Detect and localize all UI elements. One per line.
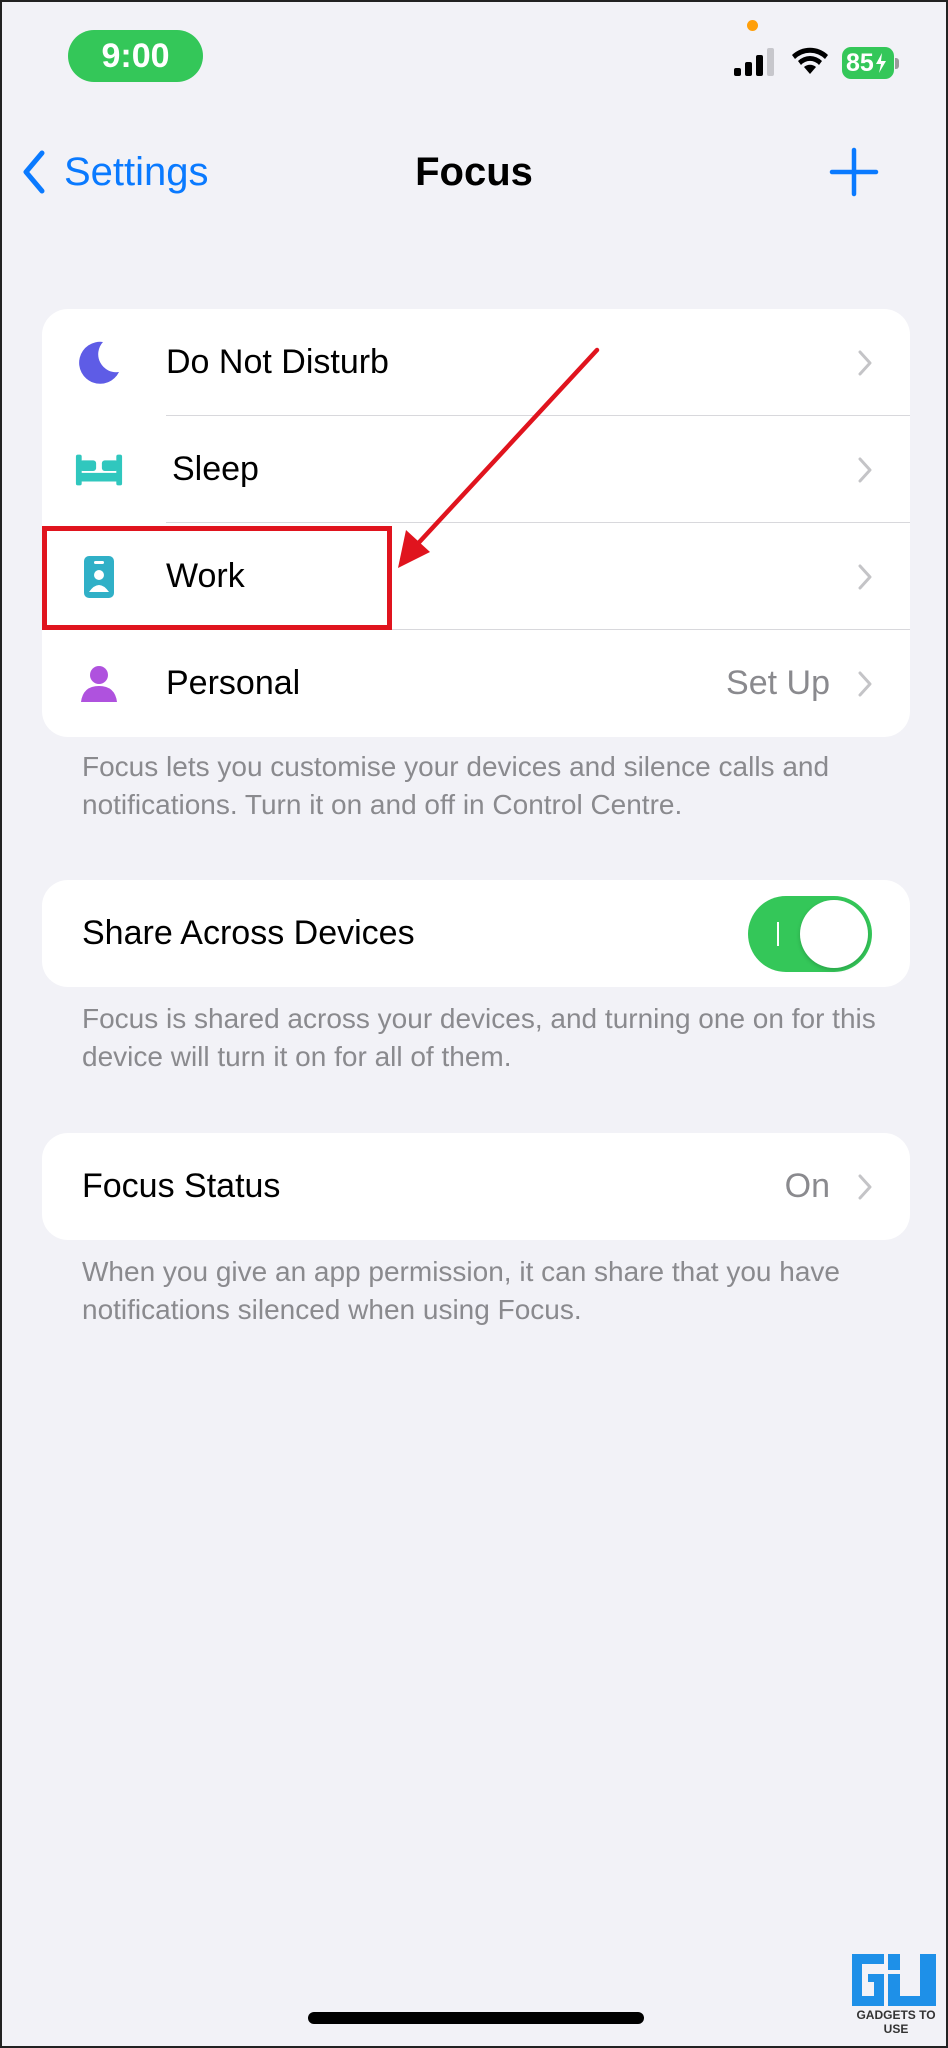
share-across-devices-card: Share Across Devices [42, 880, 910, 987]
plus-icon[interactable] [828, 146, 880, 198]
focus-footer-text: Focus lets you customise your devices an… [82, 751, 830, 820]
focus-status-card: Focus Status On [42, 1133, 910, 1240]
status-footer-text: When you give an app permission, it can … [82, 1256, 840, 1325]
focus-status-row[interactable]: Focus Status On [42, 1133, 910, 1240]
battery-percent: 85 [846, 48, 874, 77]
toggle-knob [800, 899, 868, 968]
cellular-signal-icon [734, 48, 774, 76]
chevron-right-icon [858, 671, 872, 696]
bed-icon [74, 445, 124, 495]
status-bar: 9:00 85 [2, 2, 946, 102]
share-label: Share Across Devices [82, 914, 415, 952]
watermark-text: GADGETS TO USE [856, 2008, 936, 2036]
red-arrow-annotation [398, 347, 600, 568]
share-footer-text: Focus is shared across your devices, and… [82, 1003, 876, 1072]
chevron-right-icon [858, 457, 872, 482]
toggle-on-mark [777, 921, 779, 946]
battery-level: 85 [842, 47, 894, 79]
person-icon [74, 659, 124, 709]
wifi-icon [792, 47, 828, 74]
focus-status-value: On [784, 1167, 830, 1205]
navigation-bar: Focus Settings [2, 122, 946, 222]
chevron-right-icon [858, 1174, 872, 1199]
battery-cap [895, 58, 899, 69]
share-across-devices-row: Share Across Devices [42, 880, 910, 987]
focus-status-label: Focus Status [82, 1167, 281, 1205]
focus-row-label: Personal [166, 664, 301, 702]
chevron-right-icon [858, 350, 872, 375]
share-across-devices-toggle[interactable] [748, 895, 872, 972]
focus-row-label: Do Not Disturb [166, 343, 389, 381]
battery-indicator: 85 [842, 47, 899, 79]
work-highlight-box [42, 526, 392, 630]
chevron-right-icon [858, 564, 872, 589]
status-time: 9:00 [68, 30, 203, 82]
back-button[interactable]: Settings [22, 144, 209, 200]
moon-icon [74, 338, 124, 388]
back-label: Settings [64, 149, 209, 194]
home-indicator[interactable] [308, 2012, 644, 2024]
privacy-indicator-dot [747, 20, 758, 31]
focus-row-personal[interactable]: Personal Set Up [42, 630, 910, 737]
chevron-left-icon [23, 150, 45, 194]
focus-row-label: Sleep [172, 450, 259, 488]
charging-bolt-icon [875, 53, 886, 73]
gadgets-to-use-logo: GADGETS TO USE [848, 1950, 944, 2036]
setup-value: Set Up [726, 664, 830, 702]
